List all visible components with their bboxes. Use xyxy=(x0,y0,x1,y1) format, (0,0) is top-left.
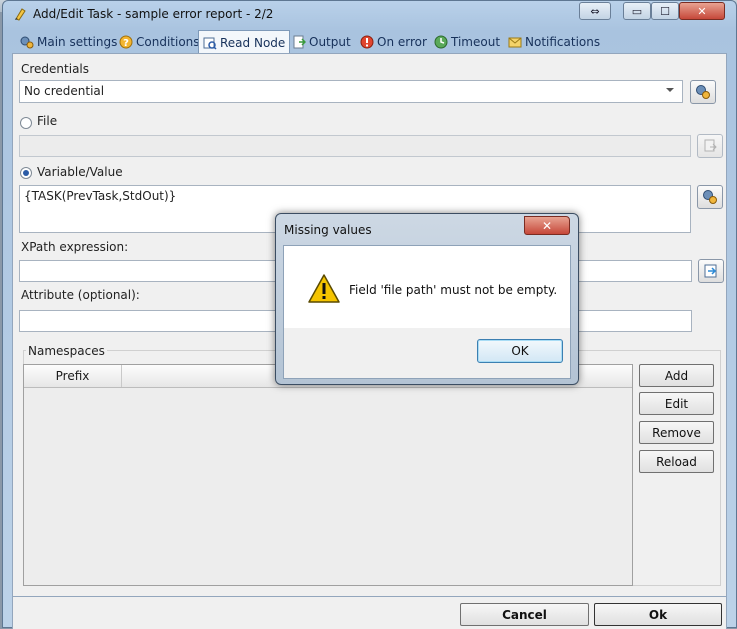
warning-icon xyxy=(308,274,340,303)
cancel-button-label: Cancel xyxy=(502,607,547,622)
file-radio[interactable] xyxy=(20,117,32,129)
tab-output-label: Output xyxy=(309,35,351,49)
tab-output[interactable]: Output xyxy=(288,31,355,53)
namespaces-grid[interactable]: Prefix xyxy=(23,364,633,586)
close-icon: ✕ xyxy=(697,4,707,18)
missing-values-dialog: Missing values ✕ Field 'file path' must … xyxy=(275,213,579,385)
xpath-icon xyxy=(704,264,717,278)
output-icon xyxy=(293,35,306,49)
timeout-icon xyxy=(434,35,448,49)
restore-button[interactable]: ⇔ xyxy=(579,2,611,20)
minimize-icon: ▭ xyxy=(631,4,643,18)
credentials-dropdown[interactable]: No credential xyxy=(19,80,683,103)
tab-on-error-label: On error xyxy=(377,35,427,49)
browse-file-button[interactable] xyxy=(697,134,723,158)
variable-settings-button[interactable] xyxy=(697,185,723,209)
variable-value: {TASK(PrevTask,StdOut)} xyxy=(24,189,177,203)
tab-main-settings[interactable]: Main settings xyxy=(16,31,121,53)
close-button[interactable]: ✕ xyxy=(679,2,725,20)
cancel-button[interactable]: Cancel xyxy=(460,603,589,626)
tab-timeout-label: Timeout xyxy=(451,35,501,49)
minimize-button[interactable]: ▭ xyxy=(623,2,651,20)
file-label: File xyxy=(37,114,58,128)
tab-on-error[interactable]: On error xyxy=(356,31,431,53)
edit-button[interactable]: Edit xyxy=(639,392,714,415)
namespaces-label: Namespaces xyxy=(26,344,107,358)
tab-main-settings-label: Main settings xyxy=(37,35,118,49)
question-icon: ? xyxy=(119,35,133,49)
tab-conditions[interactable]: ? Conditions xyxy=(115,31,204,53)
tab-bar: Main settings ? Conditions Read Node Out… xyxy=(12,30,726,54)
dialog-body: Field 'file path' must not be empty. OK xyxy=(283,245,571,379)
file-path-input[interactable] xyxy=(19,135,691,157)
reload-button-label: Reload xyxy=(656,454,697,469)
dialog-ok-label: OK xyxy=(511,344,529,358)
add-button[interactable]: Add xyxy=(639,364,714,387)
add-button-label: Add xyxy=(664,368,689,383)
maximize-icon: ☐ xyxy=(660,4,670,18)
ok-button-label: Ok xyxy=(648,607,668,622)
xpath-label: XPath expression: xyxy=(21,240,129,254)
xpath-browse-button[interactable] xyxy=(698,259,724,283)
tab-read-node[interactable]: Read Node xyxy=(198,30,291,54)
bottom-bar: Cancel Ok xyxy=(12,597,727,629)
browse-icon xyxy=(704,139,717,152)
maximize-button[interactable]: ☐ xyxy=(651,2,679,20)
edit-button-label: Edit xyxy=(664,396,689,411)
dialog-footer: OK xyxy=(284,328,570,378)
tab-notifications-label: Notifications xyxy=(525,35,601,49)
title-bar: Add/Edit Task - sample error report - 2/… xyxy=(3,1,736,29)
variable-label: Variable/Value xyxy=(37,165,123,179)
credentials-settings-button[interactable] xyxy=(690,80,716,104)
error-icon xyxy=(360,35,374,49)
remove-button[interactable]: Remove xyxy=(639,421,714,444)
attribute-label: Attribute (optional): xyxy=(21,288,140,302)
gear-icon xyxy=(696,85,710,99)
read-node-icon xyxy=(203,37,217,50)
column-header-prefix-label: Prefix xyxy=(55,369,90,383)
svg-text:?: ? xyxy=(123,38,129,49)
variable-radio[interactable] xyxy=(20,167,32,179)
window-title: Add/Edit Task - sample error report - 2/… xyxy=(33,7,274,21)
credentials-value: No credential xyxy=(24,84,105,98)
tab-conditions-label: Conditions xyxy=(136,35,200,49)
tab-read-node-label: Read Node xyxy=(220,35,286,50)
dialog-title: Missing values xyxy=(284,223,372,237)
reload-button[interactable]: Reload xyxy=(639,450,714,473)
remove-button-label: Remove xyxy=(652,425,701,440)
ok-button[interactable]: Ok xyxy=(594,603,722,626)
close-icon: ✕ xyxy=(541,218,553,233)
gears-icon xyxy=(20,36,34,49)
dialog-message: Field 'file path' must not be empty. xyxy=(349,283,558,297)
credentials-label: Credentials xyxy=(21,62,90,76)
tab-timeout[interactable]: Timeout xyxy=(430,31,504,53)
gear-icon xyxy=(703,190,717,204)
dialog-close-button[interactable]: ✕ xyxy=(524,216,570,235)
app-icon xyxy=(15,8,26,21)
column-header-prefix[interactable]: Prefix xyxy=(24,365,122,387)
chevron-down-icon xyxy=(666,88,674,92)
tab-notifications[interactable]: Notifications xyxy=(504,31,604,53)
restore-icon: ⇔ xyxy=(590,4,600,18)
dialog-ok-button[interactable]: OK xyxy=(477,339,563,363)
envelope-icon xyxy=(508,37,522,48)
